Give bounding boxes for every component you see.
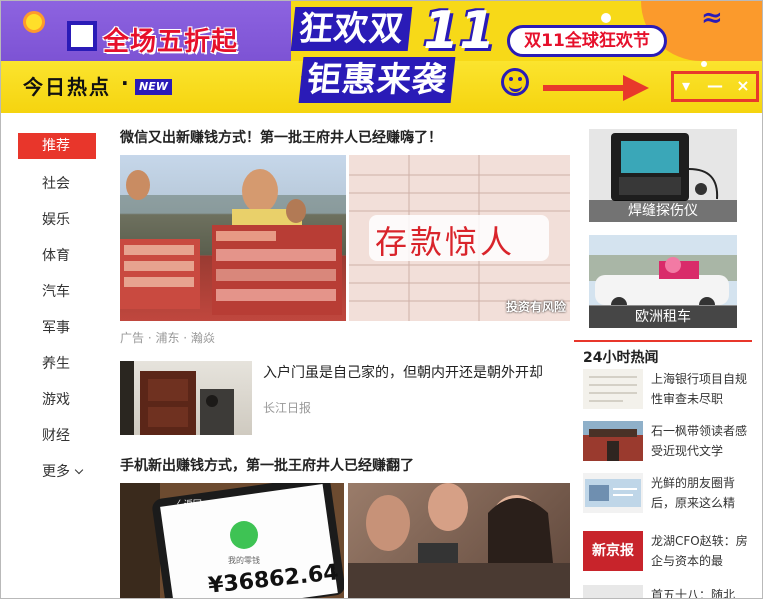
hot-news-thumb [583, 421, 643, 461]
sidebar-item-health[interactable]: 养生 [18, 351, 96, 377]
sidebar-item-sports[interactable]: 体育 [18, 243, 96, 269]
sidebar-item-auto[interactable]: 汽车 [18, 279, 96, 305]
category-sidebar: 推荐 社会 娱乐 体育 汽车 军事 养生 游戏 财经 更多 [1, 113, 113, 598]
door-illustration [120, 361, 234, 435]
hot-news-text: 上海银行项目自规性审查未尽职 [651, 372, 748, 406]
hero-line-1: 狂欢双 [290, 7, 413, 51]
article-title[interactable]: 微信又出新赚钱方式！第一批王府井人已经赚嗨了！ [120, 128, 442, 148]
hot-news-thumb [583, 585, 643, 598]
hero-number: 11 [423, 1, 496, 61]
wallet-back-label: 〈 返回 [172, 500, 202, 510]
smiley-icon [501, 68, 529, 96]
banner-sale-text: 全场五折起 [103, 27, 239, 57]
xinjingbao-logo: 新京报 [592, 543, 634, 559]
new-badge: NEW [135, 79, 172, 95]
title-separator: · [121, 71, 129, 95]
gate-thumb-illustration [583, 421, 643, 461]
document-thumb-illustration [583, 369, 643, 409]
banner-dot [23, 11, 45, 33]
sidebar-item-military[interactable]: 军事 [18, 315, 96, 341]
deposit-image-headline: 存款惊人 [375, 223, 516, 261]
hot-news-thumb [583, 473, 643, 513]
banner-squiggle: ≈ [701, 3, 723, 33]
banner-square-decoration [67, 21, 97, 51]
sidebar-item-games[interactable]: 游戏 [18, 387, 96, 413]
article-image-money-crowd[interactable] [120, 155, 346, 321]
minimize-button[interactable]: — [703, 73, 727, 99]
sidebar-item-entertainment[interactable]: 娱乐 [18, 207, 96, 233]
thumb-caption: 欧洲租车 [589, 306, 737, 328]
hot-news-text: 首五十八：随北 [651, 588, 736, 599]
arrow-head-icon [623, 75, 649, 101]
ad-thumb-weld-detector[interactable]: 焊缝探伤仪 [589, 129, 737, 222]
thumb-caption: 焊缝探伤仪 [589, 200, 737, 222]
article-title[interactable]: 入户门虽是自己家的，但朝内开还是朝外开却 [263, 363, 543, 383]
article-title[interactable]: 手机新出赚钱方式，第一批王府井人已经赚翻了 [120, 456, 414, 476]
article-image-door[interactable] [120, 361, 252, 435]
article-source: 长江日报 [263, 401, 312, 415]
hot-news-thumb [583, 369, 643, 409]
deposit-image-caption: 投资有风险 [505, 300, 566, 314]
sidebar-item-more[interactable]: 更多 [18, 459, 96, 485]
article-image-people-phones[interactable] [348, 483, 570, 598]
banner-hero-title: 狂欢双 11 钜惠来袭 [285, 1, 495, 107]
screenshot-thumb-illustration [583, 473, 643, 513]
banner-dot [701, 61, 707, 67]
ad-thumb-car-rental[interactable]: 欧洲租车 [589, 235, 737, 328]
article-image-phone-wallet[interactable]: 〈 返回 我的零钱 ¥36862.64 [120, 483, 344, 598]
hot-news-text: 龙湖CFO赵轶：房企与资本的最 [651, 534, 748, 568]
hot-news-item[interactable]: 新京报 龙湖CFO赵轶：房企与资本的最 [583, 531, 753, 573]
hot-news-text: 光鲜的朋友圈背后，原来这么精 [651, 476, 736, 510]
money-crowd-illustration [120, 169, 346, 315]
people-with-phones-illustration [348, 483, 570, 598]
hot-news-item[interactable]: 石一枫带领读者感受近现代文学 [583, 421, 753, 463]
promo-banner[interactable]: ≈ ⌒ 全场五折起 狂欢双 11 钜惠来袭 双11全球狂欢节 今日热点 · NE… [1, 1, 762, 113]
chevron-down-icon [74, 465, 84, 475]
dropdown-menu-button[interactable]: ▾ [674, 73, 698, 99]
wallet-sub-label: 我的零钱 [228, 556, 260, 565]
hot-news-thumb: 新京报 [583, 531, 643, 571]
hot-news-divider [574, 340, 752, 342]
sidebar-item-recommend[interactable]: 推荐 [18, 133, 96, 159]
today-hot-title: 今日热点 [23, 75, 111, 99]
article-meta: 广告 · 浦东 · 瀚焱 [120, 331, 215, 345]
hot-news-text: 石一枫带领读者感受近现代文学 [651, 424, 748, 458]
article-image-deposit[interactable]: 存款惊人 投资有风险 [349, 155, 570, 321]
arrow-annotation [543, 85, 625, 91]
hot-news-item[interactable]: 上海银行项目自规性审查未尽职 [583, 369, 753, 411]
hot-news-title: 24小时热闻 [583, 350, 659, 366]
sidebar-item-society[interactable]: 社会 [18, 171, 96, 197]
sidebar-item-finance[interactable]: 财经 [18, 423, 96, 449]
hot-news-item[interactable]: 光鲜的朋友圈背后，原来这么精 [583, 473, 753, 515]
banner-dot [601, 13, 611, 23]
close-button[interactable]: × [731, 73, 755, 99]
more-label: 更多 [42, 464, 70, 480]
banner-pill-badge: 双11全球狂欢节 [507, 25, 667, 57]
app-window: ≈ ⌒ 全场五折起 狂欢双 11 钜惠来袭 双11全球狂欢节 今日热点 · NE… [0, 0, 763, 599]
hot-news-item[interactable]: 首五十八：随北 [583, 585, 753, 599]
hero-line-2: 钜惠来袭 [298, 57, 456, 103]
